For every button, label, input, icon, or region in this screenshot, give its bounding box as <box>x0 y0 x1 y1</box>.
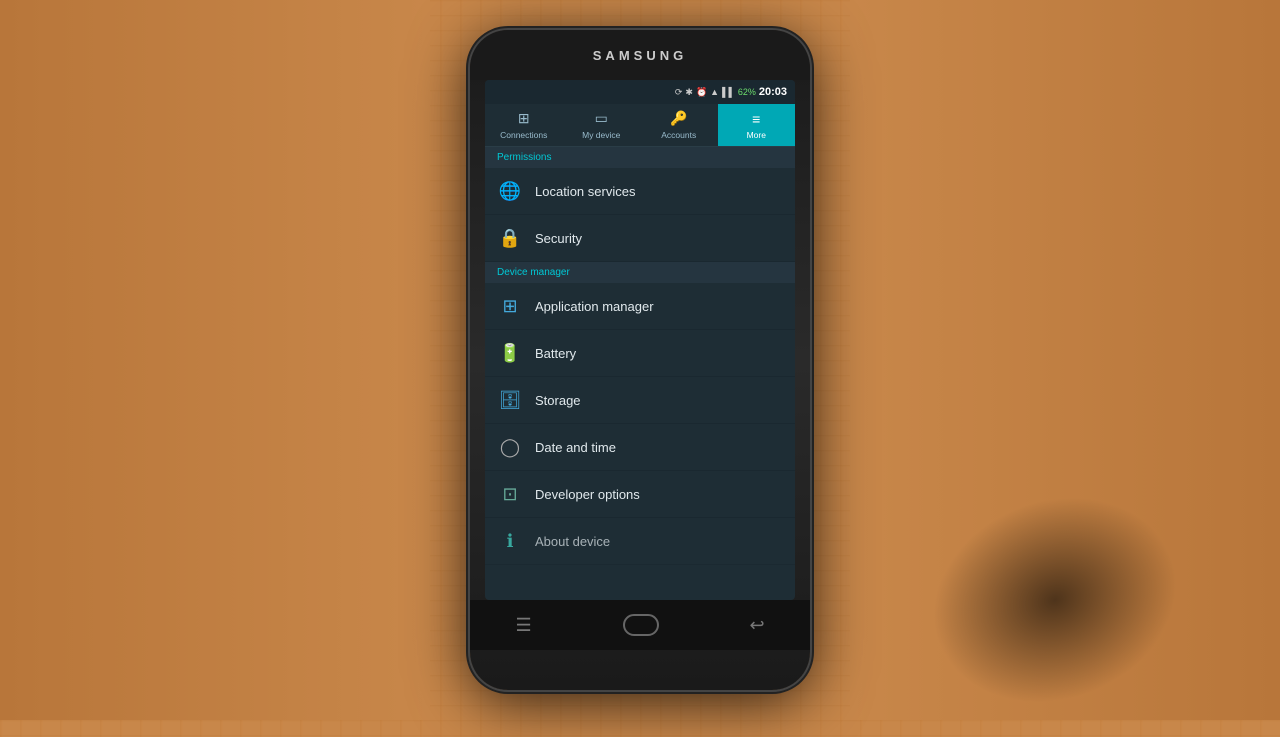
tab-more-label: More <box>747 130 766 140</box>
menu-button[interactable]: ☰ <box>515 615 531 636</box>
app-manager-label: Application manager <box>535 299 654 314</box>
tab-more[interactable]: ≡ More <box>718 104 796 146</box>
accounts-icon: 🔑 <box>670 110 687 127</box>
scene: SAMSUNG ⟳ ✱ ⏰ ▲ ▌▌ 62% 20:03 <box>0 0 1280 720</box>
back-button[interactable]: ↩ <box>749 615 764 636</box>
status-time: 20:03 <box>759 86 787 98</box>
battery-icon: 🔋 <box>497 340 523 366</box>
finger-shadow <box>903 463 1206 736</box>
status-icon-rotation: ⟳ <box>675 87 683 98</box>
setting-item-developer-options[interactable]: ⊡ Developer options <box>485 471 795 518</box>
developer-options-icon: ⊡ <box>497 481 523 507</box>
about-device-icon: ℹ <box>497 528 523 554</box>
status-icon-wifi: ▲ <box>710 87 719 97</box>
settings-list: Permissions 🌐 Location services 🔒 Securi… <box>485 147 795 600</box>
phone-shell: SAMSUNG ⟳ ✱ ⏰ ▲ ▌▌ 62% 20:03 <box>470 30 810 690</box>
section-header-permissions: Permissions <box>485 147 795 168</box>
phone-screen: ⟳ ✱ ⏰ ▲ ▌▌ 62% 20:03 ⊞ Connections <box>485 80 795 600</box>
phone-bottom-nav: ☰ ↩ <box>470 600 810 650</box>
mydevice-icon: ▭ <box>595 110 608 127</box>
wood-bg-left <box>0 0 430 720</box>
status-icons: ⟳ ✱ ⏰ ▲ ▌▌ 62% 20:03 <box>675 86 787 98</box>
date-time-icon: ◯ <box>497 434 523 460</box>
battery-label: Battery <box>535 346 576 361</box>
setting-item-app-manager[interactable]: ⊞ Application manager <box>485 283 795 330</box>
tab-accounts-label: Accounts <box>661 130 696 140</box>
storage-label: Storage <box>535 393 581 408</box>
tab-accounts[interactable]: 🔑 Accounts <box>640 104 718 146</box>
tab-connections-label: Connections <box>500 130 547 140</box>
connections-icon: ⊞ <box>518 110 530 127</box>
tab-mydevice-label: My device <box>582 130 620 140</box>
more-icon: ≡ <box>752 111 760 127</box>
security-label: Security <box>535 231 582 246</box>
phone-wrapper: SAMSUNG ⟳ ✱ ⏰ ▲ ▌▌ 62% 20:03 <box>470 30 810 690</box>
setting-item-date-time[interactable]: ◯ Date and time <box>485 424 795 471</box>
battery-percentage: 62% <box>738 87 756 97</box>
setting-item-battery[interactable]: 🔋 Battery <box>485 330 795 377</box>
about-device-label: About device <box>535 534 610 549</box>
phone-top-bar: SAMSUNG <box>470 30 810 80</box>
security-icon: 🔒 <box>497 225 523 251</box>
setting-item-security[interactable]: 🔒 Security <box>485 215 795 262</box>
location-services-icon: 🌐 <box>497 178 523 204</box>
setting-item-about-device[interactable]: ℹ About device <box>485 518 795 565</box>
tab-my-device[interactable]: ▭ My device <box>563 104 641 146</box>
home-button[interactable] <box>623 614 659 636</box>
setting-item-storage[interactable]: 🗄 Storage <box>485 377 795 424</box>
status-icon-bt: ✱ <box>685 87 693 98</box>
wood-bg-right <box>850 0 1280 720</box>
status-bar: ⟳ ✱ ⏰ ▲ ▌▌ 62% 20:03 <box>485 80 795 104</box>
status-icon-signal: ▌▌ <box>722 87 735 97</box>
location-services-label: Location services <box>535 184 635 199</box>
samsung-logo: SAMSUNG <box>593 48 687 63</box>
storage-icon: 🗄 <box>497 387 523 413</box>
setting-item-location[interactable]: 🌐 Location services <box>485 168 795 215</box>
tab-navigation: ⊞ Connections ▭ My device 🔑 Accounts ≡ M… <box>485 104 795 147</box>
section-header-device-manager: Device manager <box>485 262 795 283</box>
app-manager-icon: ⊞ <box>497 293 523 319</box>
developer-options-label: Developer options <box>535 487 640 502</box>
date-time-label: Date and time <box>535 440 616 455</box>
tab-connections[interactable]: ⊞ Connections <box>485 104 563 146</box>
status-icon-alarm: ⏰ <box>696 87 707 98</box>
